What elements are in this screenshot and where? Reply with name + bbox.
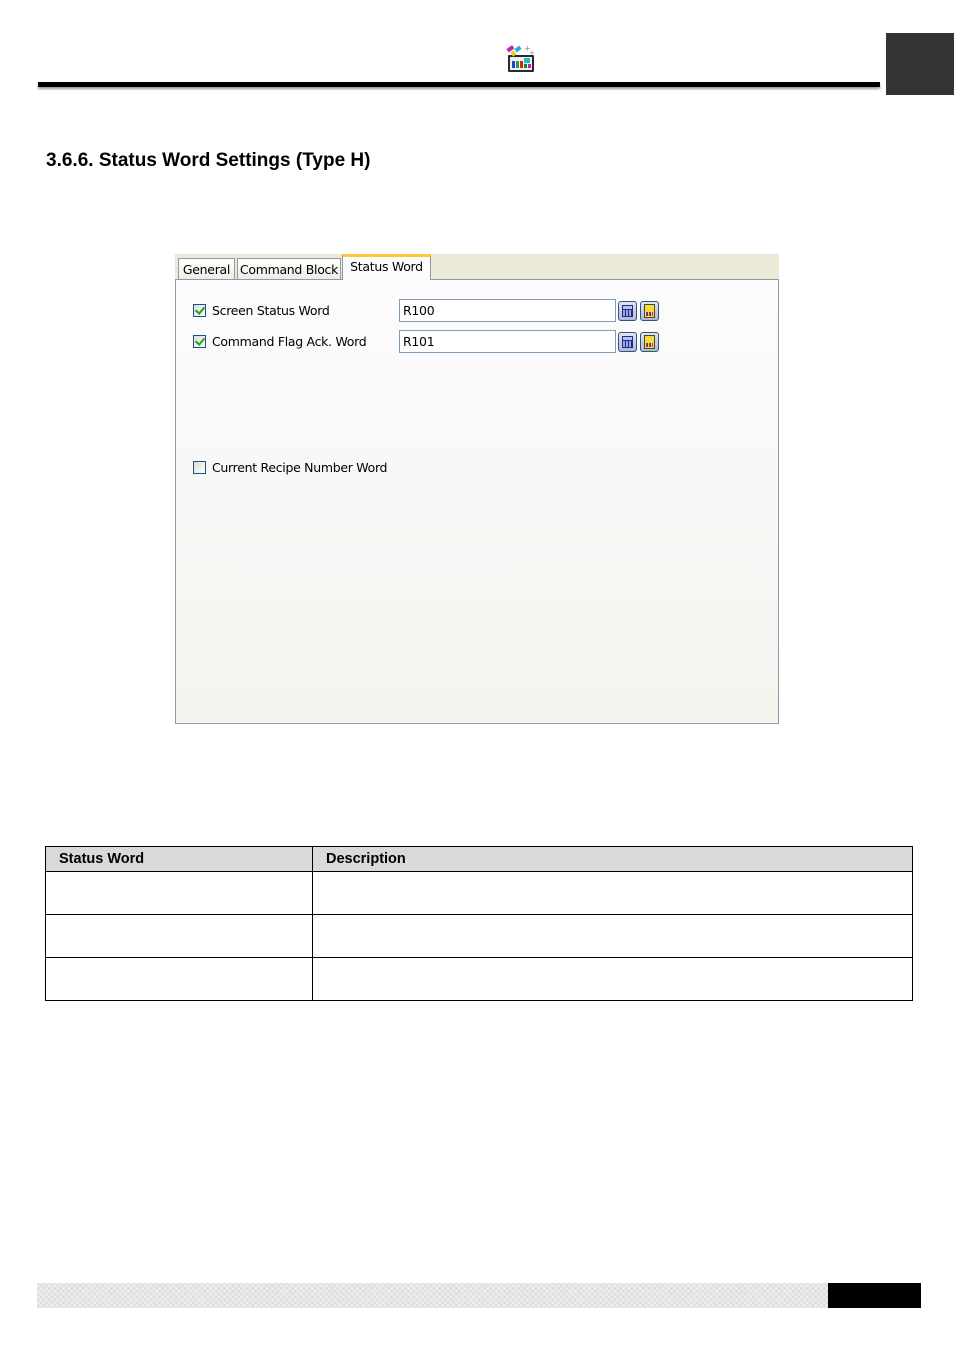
command-flag-ack-word-calculator-button[interactable]	[618, 332, 637, 352]
status-word-cell	[45, 914, 313, 958]
status-word-table: Status Word Description	[45, 846, 913, 1001]
description-cell	[312, 871, 913, 915]
screen-status-word-option[interactable]: Screen Status Word	[193, 301, 330, 319]
current-recipe-number-word-label: Current Recipe Number Word	[212, 459, 388, 475]
calculator-icon	[622, 336, 633, 348]
description-cell	[312, 914, 913, 958]
description-cell	[312, 957, 913, 1001]
header-rule	[38, 82, 880, 87]
tab-panel-status-word: Screen Status Word R100 Command Flag Ack…	[175, 279, 779, 724]
command-flag-ack-word-option[interactable]: Command Flag Ack. Word	[193, 332, 367, 350]
status-word-dialog: General Command Block Status Word Screen…	[175, 254, 779, 724]
section-title: 3.6.6. Status Word Settings (Type H)	[46, 150, 371, 171]
calculator-icon	[622, 305, 633, 317]
tag-icon	[644, 304, 655, 318]
screen-status-word-checkbox[interactable]	[193, 303, 206, 317]
tag-icon	[644, 335, 655, 349]
current-recipe-number-word-option[interactable]: Current Recipe Number Word	[193, 458, 388, 476]
command-flag-ack-word-input[interactable]: R101	[399, 330, 616, 353]
tab-status-word[interactable]: Status Word	[342, 254, 431, 280]
svg-text:+: +	[529, 49, 535, 57]
screen-status-word-input[interactable]: R100	[399, 299, 616, 322]
table-row	[45, 914, 913, 958]
tab-command-block[interactable]: Command Block	[237, 258, 341, 280]
status-word-cell	[45, 871, 313, 915]
column-header-status-word: Status Word	[45, 846, 313, 872]
table-row	[45, 871, 913, 915]
screen-status-word-tag-button[interactable]	[640, 301, 659, 321]
status-word-cell	[45, 957, 313, 1001]
current-recipe-number-word-checkbox[interactable]	[193, 460, 206, 474]
screen-status-word-calculator-button[interactable]	[618, 301, 637, 321]
page-number-block	[828, 1283, 921, 1308]
table-row	[45, 957, 913, 1001]
tab-bar: General Command Block Status Word	[175, 254, 779, 280]
column-header-description: Description	[312, 846, 913, 872]
command-flag-ack-word-label: Command Flag Ack. Word	[212, 333, 367, 349]
software-logo-icon: + +	[505, 43, 537, 73]
command-flag-ack-word-tag-button[interactable]	[640, 332, 659, 352]
footer-bar	[37, 1283, 828, 1308]
command-flag-ack-word-checkbox[interactable]	[193, 334, 206, 348]
table-header-row: Status Word Description	[45, 846, 913, 872]
tab-general[interactable]: General	[178, 258, 235, 280]
screen-status-word-label: Screen Status Word	[212, 302, 330, 318]
chapter-tab-block	[886, 33, 954, 95]
